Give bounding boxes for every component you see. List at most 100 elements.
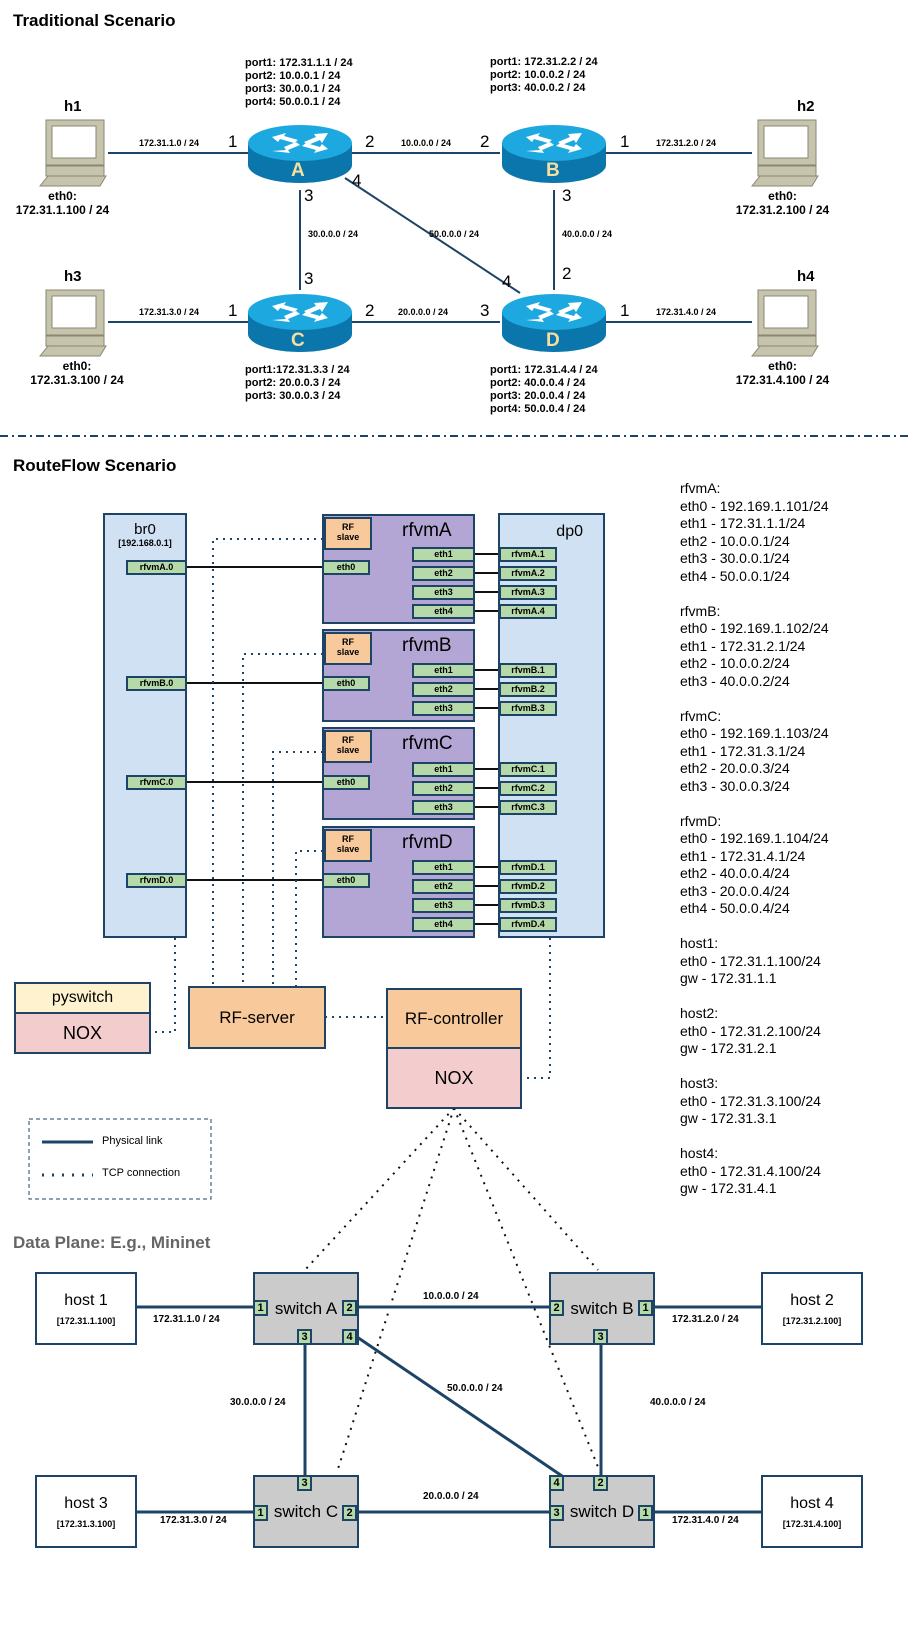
dp0-port-rfvmC-3: rfvmC.3 <box>499 800 557 815</box>
dp0-port-rfvmC-2: rfvmC.2 <box>499 781 557 796</box>
router-D-port2: port2: 40.0.0.4 / 24 <box>490 377 586 389</box>
host-h2-name: h2 <box>797 98 815 115</box>
pyswitch-label: pyswitch <box>51 989 114 1006</box>
rf-server-label: RF-server <box>219 1007 295 1027</box>
dp-host-4-ip: [172.31.4.100] <box>782 1518 842 1529</box>
tcp-rfvmA-server <box>212 538 323 988</box>
dp0-port-rfvmD-3: rfvmD.3 <box>499 898 557 913</box>
rf-slave-label: RF <box>342 522 354 532</box>
config-line: eth0 - 172.31.1.100/24 <box>680 952 821 969</box>
traditional-title: Traditional Scenario <box>13 11 176 30</box>
rf-slave-label: slave <box>336 532 360 542</box>
portnum-B1: 1 <box>620 132 630 151</box>
rfvmB-eth1: eth1 <box>412 663 475 678</box>
tcp-dp0-nox <box>521 938 551 1079</box>
rf-slave-rfvmA: RF slave <box>324 517 372 550</box>
dp-link-label-A-C: 30.0.0.0 / 24 <box>230 1397 286 1408</box>
rf-slave-rfvmB: RF slave <box>324 632 372 665</box>
config-title: host3: <box>680 1075 719 1091</box>
portnum-D2: 2 <box>562 264 572 283</box>
host-h1-ip: 172.31.1.100 / 24 <box>15 203 110 217</box>
dp0-port-rfvmD-4: rfvmD.4 <box>499 917 557 932</box>
nox-left-box: NOX <box>14 1012 151 1054</box>
dp0-port-rfvmA-4: rfvmA.4 <box>499 604 557 619</box>
tcp-rfvmC-server <box>272 751 323 988</box>
router-A-port1: port1: 172.31.1.1 / 24 <box>245 57 353 69</box>
br0-port-rfvmC: rfvmC.0 <box>126 775 187 790</box>
dp-host-2-name: host 2 <box>790 1291 834 1309</box>
vm-rfvmC-name: rfvmC <box>402 733 453 754</box>
dp0-port-rfvmA-3: rfvmA.3 <box>499 585 557 600</box>
rfvmD-eth2: eth2 <box>412 879 475 894</box>
config-line: eth0 - 192.169.1.102/24 <box>680 620 829 636</box>
host-h2-ip: 172.31.2.100 / 24 <box>735 203 830 217</box>
config-line: eth1 - 172.31.1.1/24 <box>680 515 806 531</box>
vm-rfvmB-name: rfvmB <box>402 635 452 656</box>
vm-rfvmD-name: rfvmD <box>402 832 453 853</box>
sw-A-port2: 2 <box>342 1300 357 1316</box>
routeflow-title: RouteFlow Scenario <box>13 456 177 475</box>
router-B-port2: port2: 10.0.0.2 / 24 <box>490 69 586 81</box>
router-B-label: B <box>546 160 560 181</box>
dp-link-label-B-D: 40.0.0.0 / 24 <box>650 1397 706 1408</box>
router-A-port4: port4: 50.0.0.1 / 24 <box>245 96 341 108</box>
router-D-port-list: port1: 172.31.4.4 / 24 port2: 40.0.0.4 /… <box>490 364 598 416</box>
rfvmD-eth1: eth1 <box>412 860 475 875</box>
dp-link-label-h1-A: 172.31.1.0 / 24 <box>153 1314 220 1325</box>
dp0-port-rfvmC-1: rfvmC.1 <box>499 762 557 777</box>
config-block-rfvmD: rfvmD: eth0 - 192.169.1.104/24 eth1 - 172.… <box>680 813 829 918</box>
dp-host-4: host 4 [172.31.4.100] <box>761 1475 863 1548</box>
dp-link-label-D-h4: 172.31.4.0 / 24 <box>672 1515 739 1526</box>
sw-D-port1: 1 <box>638 1505 653 1521</box>
dataplane-title: Data Plane: E.g., Mininet <box>13 1233 211 1252</box>
router-C-port-list: port1:172.31.3.3 / 24 port2: 20.0.0.3 / … <box>245 364 350 403</box>
dp-host-3-ip: [172.31.3.100] <box>56 1518 116 1529</box>
nox-left-label: NOX <box>62 1022 102 1043</box>
config-line: gw - 172.31.2.1 <box>680 1040 777 1056</box>
tcp-nox-switchB <box>453 1107 599 1271</box>
dp0-port-rfvmD-1: rfvmD.1 <box>499 860 557 875</box>
sw-A-port4: 4 <box>342 1329 357 1345</box>
config-line: eth2 - 20.0.0.3/24 <box>680 760 790 776</box>
portnum-A2: 2 <box>365 132 375 151</box>
computer-h3-icon <box>38 289 107 357</box>
config-line: eth2 - 10.0.0.2/24 <box>680 655 790 671</box>
config-title: rfvmA: <box>680 480 721 496</box>
sw-A-port3: 3 <box>297 1329 312 1345</box>
dp0-port-rfvmB-3: rfvmB.3 <box>499 701 557 716</box>
rf-slave-label: RF <box>342 637 354 647</box>
tcp-rfvmB-server <box>242 653 323 988</box>
rfvmB-eth2: eth2 <box>412 682 475 697</box>
dp-switch-C-label: switch C <box>273 1501 339 1521</box>
config-block-host3: host3: eth0 - 172.31.3.100/24 gw - 172.31.… <box>680 1075 829 1128</box>
config-title: host1: <box>680 935 719 951</box>
config-title: rfvmC: <box>680 707 722 724</box>
rf-slave-label: slave <box>336 844 360 854</box>
sw-D-port3: 3 <box>549 1505 564 1521</box>
router-D-port1: port1: 172.31.4.4 / 24 <box>490 364 598 376</box>
host-h4-ip: 172.31.4.100 / 24 <box>735 373 830 387</box>
link-label-B-h2: 172.31.2.0 / 24 <box>656 138 717 148</box>
dp-host-1-name: host 1 <box>64 1291 108 1309</box>
router-C-label: C <box>291 330 305 351</box>
host-h1-name: h1 <box>64 98 82 115</box>
router-A-port3: port3: 30.0.0.1 / 24 <box>245 83 341 95</box>
sw-C-port3: 3 <box>297 1475 312 1491</box>
dp0-port-rfvmA-1: rfvmA.1 <box>499 547 557 562</box>
dp0-port-rfvmA-2: rfvmA.2 <box>499 566 557 581</box>
rfvmC-eth1: eth1 <box>412 762 475 777</box>
tcp-nox-switchA <box>304 1107 455 1271</box>
rf-controller-box: RF-controller <box>386 988 522 1049</box>
dp-switch-D-label: switch D <box>569 1501 635 1521</box>
sw-C-port2: 2 <box>342 1505 357 1521</box>
tcp-br0-nox <box>150 938 176 1033</box>
rf-slave-label: RF <box>342 834 354 844</box>
dp0-name: dp0 <box>556 523 583 540</box>
link-label-A-C: 30.0.0.0 / 24 <box>308 229 359 239</box>
rfvmC-eth2: eth2 <box>412 781 475 796</box>
nox-right-label: NOX <box>434 1067 474 1088</box>
dp-link-label-C-D: 20.0.0.0 / 24 <box>423 1491 479 1502</box>
config-line: gw - 172.31.1.1 <box>680 970 777 986</box>
sw-B-port1: 1 <box>638 1300 653 1316</box>
router-B-port3: port3: 40.0.0.2 / 24 <box>490 82 586 94</box>
